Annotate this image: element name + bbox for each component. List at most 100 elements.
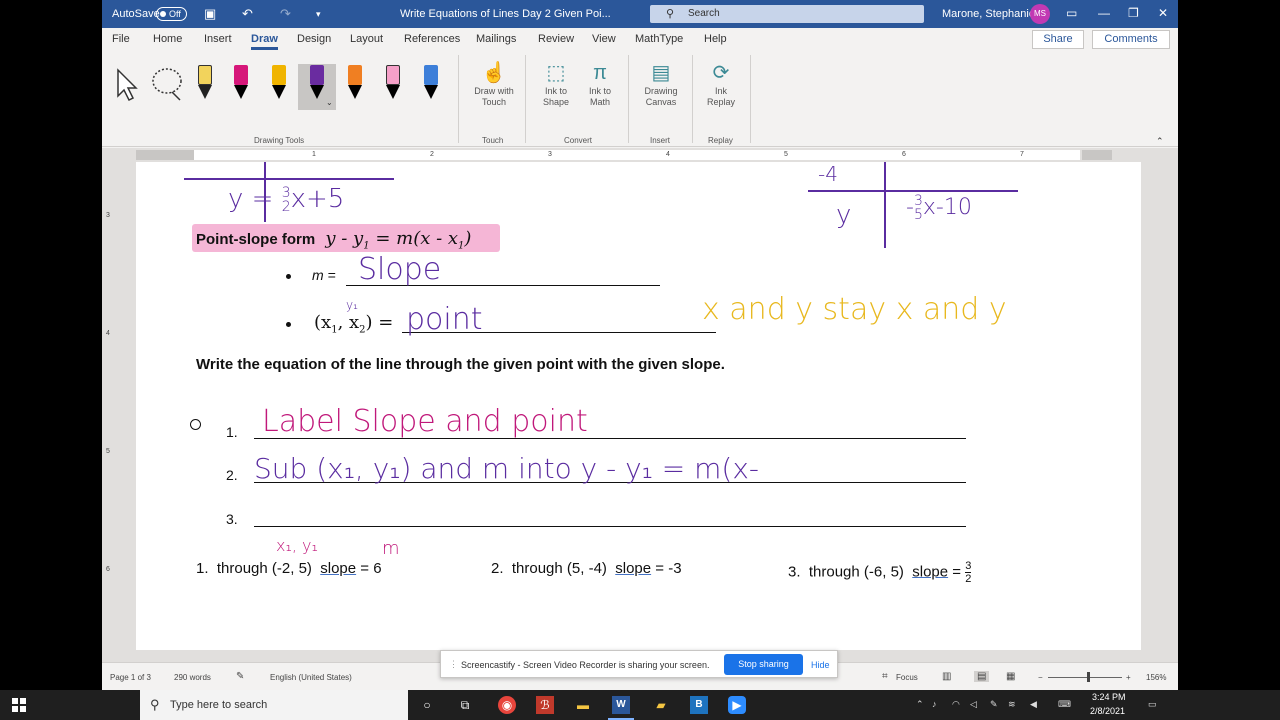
search-box[interactable]: ⚲ Search [650, 5, 924, 23]
task-view-icon[interactable]: ⧉ [456, 696, 474, 714]
zoom-app-icon[interactable]: ▶ [728, 696, 746, 714]
save-icon[interactable]: ▣ [204, 6, 216, 22]
pen-gold[interactable] [270, 65, 288, 101]
zoom-level[interactable]: 156% [1146, 673, 1166, 682]
ink-top-right-y: y [836, 200, 852, 230]
tab-draw[interactable]: Draw [251, 33, 278, 50]
pen-pink-highlighter[interactable] [384, 65, 402, 101]
proofing-icon[interactable]: ✎ [236, 671, 244, 682]
focus-icon[interactable]: ⌗ [882, 671, 888, 682]
ink-step-1: Label Slope and point [262, 404, 588, 439]
b-app-icon[interactable]: B [690, 696, 708, 714]
stop-sharing-button[interactable]: Stop sharing [724, 654, 803, 675]
notifications-icon[interactable]: ▭ [1148, 699, 1157, 710]
select-cursor-icon[interactable] [114, 68, 140, 104]
tab-mailings[interactable]: Mailings [476, 33, 516, 45]
tab-home[interactable]: Home [153, 33, 182, 45]
sticky-notes-icon[interactable]: ▰ [652, 696, 670, 714]
ink-to-shape-button[interactable]: ⬚ Ink to Shape [534, 60, 578, 108]
comments-button[interactable]: Comments [1092, 30, 1170, 49]
pen-magenta[interactable] [232, 65, 250, 101]
zoom-out-icon[interactable]: − [1038, 673, 1043, 682]
document-title[interactable]: Write Equations of Lines Day 2 Given Poi… [400, 8, 611, 20]
ink-slope-word: Slope [358, 252, 442, 287]
customize-qat-icon[interactable]: ▾ [316, 9, 321, 20]
document-area[interactable]: y = 3 2x+5 -4 y -3 5x-10 Point-slope form … [116, 162, 1178, 662]
restore-icon[interactable]: ❐ [1128, 6, 1139, 20]
pen-options-chevron-icon[interactable]: ⌄ [326, 98, 333, 107]
speaker-icon[interactable]: ◀ [1030, 699, 1037, 710]
draw-with-touch-button[interactable]: ☝ Draw with Touch [466, 60, 522, 108]
ink-to-shape-label-1: Ink to [544, 86, 567, 96]
focus-label[interactable]: Focus [896, 673, 918, 682]
pen-orange[interactable] [346, 65, 364, 101]
avatar[interactable]: MS [1030, 4, 1050, 24]
zoom-slider-thumb[interactable] [1087, 672, 1090, 682]
redo-icon[interactable]: ↷ [280, 6, 291, 22]
read-mode-icon[interactable]: ▥ [942, 671, 951, 682]
drawing-canvas-button[interactable]: ▤ Drawing Canvas [636, 60, 686, 108]
file-explorer-icon[interactable]: ▬ [574, 696, 592, 714]
collapse-ribbon-icon[interactable]: ⌃ [1156, 136, 1164, 147]
taskbar-date[interactable]: 2/8/2021 [1090, 706, 1125, 716]
cortana-icon[interactable]: ○ [418, 696, 436, 714]
pen-icon[interactable]: ✎ [990, 699, 998, 710]
tab-help[interactable]: Help [704, 33, 727, 45]
ruler-num-7: 7 [1020, 151, 1024, 158]
tab-insert[interactable]: Insert [204, 33, 232, 45]
taskbar-search[interactable]: ⚲ Type here to search [140, 690, 408, 720]
microphone-icon[interactable]: ♪ [932, 699, 937, 709]
word-count[interactable]: 290 words [174, 673, 211, 682]
group-touch: Touch [482, 136, 504, 145]
drawing-canvas-label-2: Canvas [645, 97, 677, 107]
wifi-icon[interactable]: ≋ [1008, 699, 1016, 710]
search-placeholder: Search [688, 8, 720, 19]
vertical-ruler[interactable]: 3 4 5 6 [102, 162, 116, 662]
share-button[interactable]: Share [1032, 30, 1084, 49]
ink-point-word: point [406, 302, 483, 337]
tab-review[interactable]: Review [538, 33, 574, 45]
ruler-num-5: 5 [784, 151, 788, 158]
ink-replay-button[interactable]: ⟳ Ink Replay [700, 60, 742, 108]
web-layout-icon[interactable]: ▦ [1006, 671, 1015, 682]
pen-blue-glitter[interactable] [422, 65, 440, 101]
windows-start-icon[interactable] [12, 698, 26, 712]
ribbon-display-icon[interactable]: ▭ [1066, 6, 1077, 20]
hide-button[interactable]: Hide [811, 660, 830, 670]
tab-view[interactable]: View [592, 33, 616, 45]
slope-fraction: 32 [965, 560, 972, 585]
zoom-in-icon[interactable]: + [1126, 673, 1131, 682]
tab-design[interactable]: Design [297, 33, 331, 45]
pen-purple[interactable] [308, 65, 326, 101]
autosave-toggle[interactable]: Off [156, 7, 187, 21]
acrobat-icon[interactable]: ℬ [536, 696, 554, 714]
horizontal-ruler[interactable]: 1 2 3 4 5 6 7 [102, 148, 1178, 162]
user-name[interactable]: Marone, Stephanie [942, 8, 1035, 20]
tab-mathtype[interactable]: MathType [635, 33, 683, 45]
document-page[interactable]: y = 3 2x+5 -4 y -3 5x-10 Point-slope form … [136, 162, 1141, 650]
tray-chevron-icon[interactable]: ⌃ [916, 699, 924, 710]
lasso-select-icon[interactable] [150, 66, 186, 102]
language[interactable]: English (United States) [270, 673, 352, 682]
taskbar-time[interactable]: 3:24 PM [1092, 692, 1126, 702]
chrome-icon[interactable]: ◉ [498, 696, 516, 714]
ink-to-math-button[interactable]: π Ink to Math [578, 60, 622, 108]
pen-yellow-highlighter[interactable] [196, 65, 214, 101]
close-icon[interactable]: ✕ [1158, 6, 1168, 20]
drag-handle-icon[interactable]: ⋮ [449, 659, 458, 670]
keyboard-icon[interactable]: ⌨ [1058, 699, 1071, 710]
volume-icon[interactable]: ◁ [970, 699, 977, 710]
page-count[interactable]: Page 1 of 3 [110, 673, 151, 682]
word-icon[interactable]: W [612, 696, 630, 714]
tab-references[interactable]: References [404, 33, 460, 45]
tab-file[interactable]: File [112, 33, 130, 45]
tab-layout[interactable]: Layout [350, 33, 383, 45]
minimize-icon[interactable]: — [1098, 6, 1110, 20]
group-convert: Convert [564, 136, 593, 145]
zoom-slider[interactable] [1048, 677, 1122, 678]
word-window: AutoSave Off ▣ ↶ ↷ ▾ Write Equations of … [102, 0, 1178, 690]
undo-icon[interactable]: ↶ [242, 6, 253, 22]
network-icon[interactable]: ◠ [952, 699, 960, 710]
print-layout-icon[interactable]: ▤ [974, 671, 990, 682]
vruler-num-5: 5 [106, 448, 110, 455]
